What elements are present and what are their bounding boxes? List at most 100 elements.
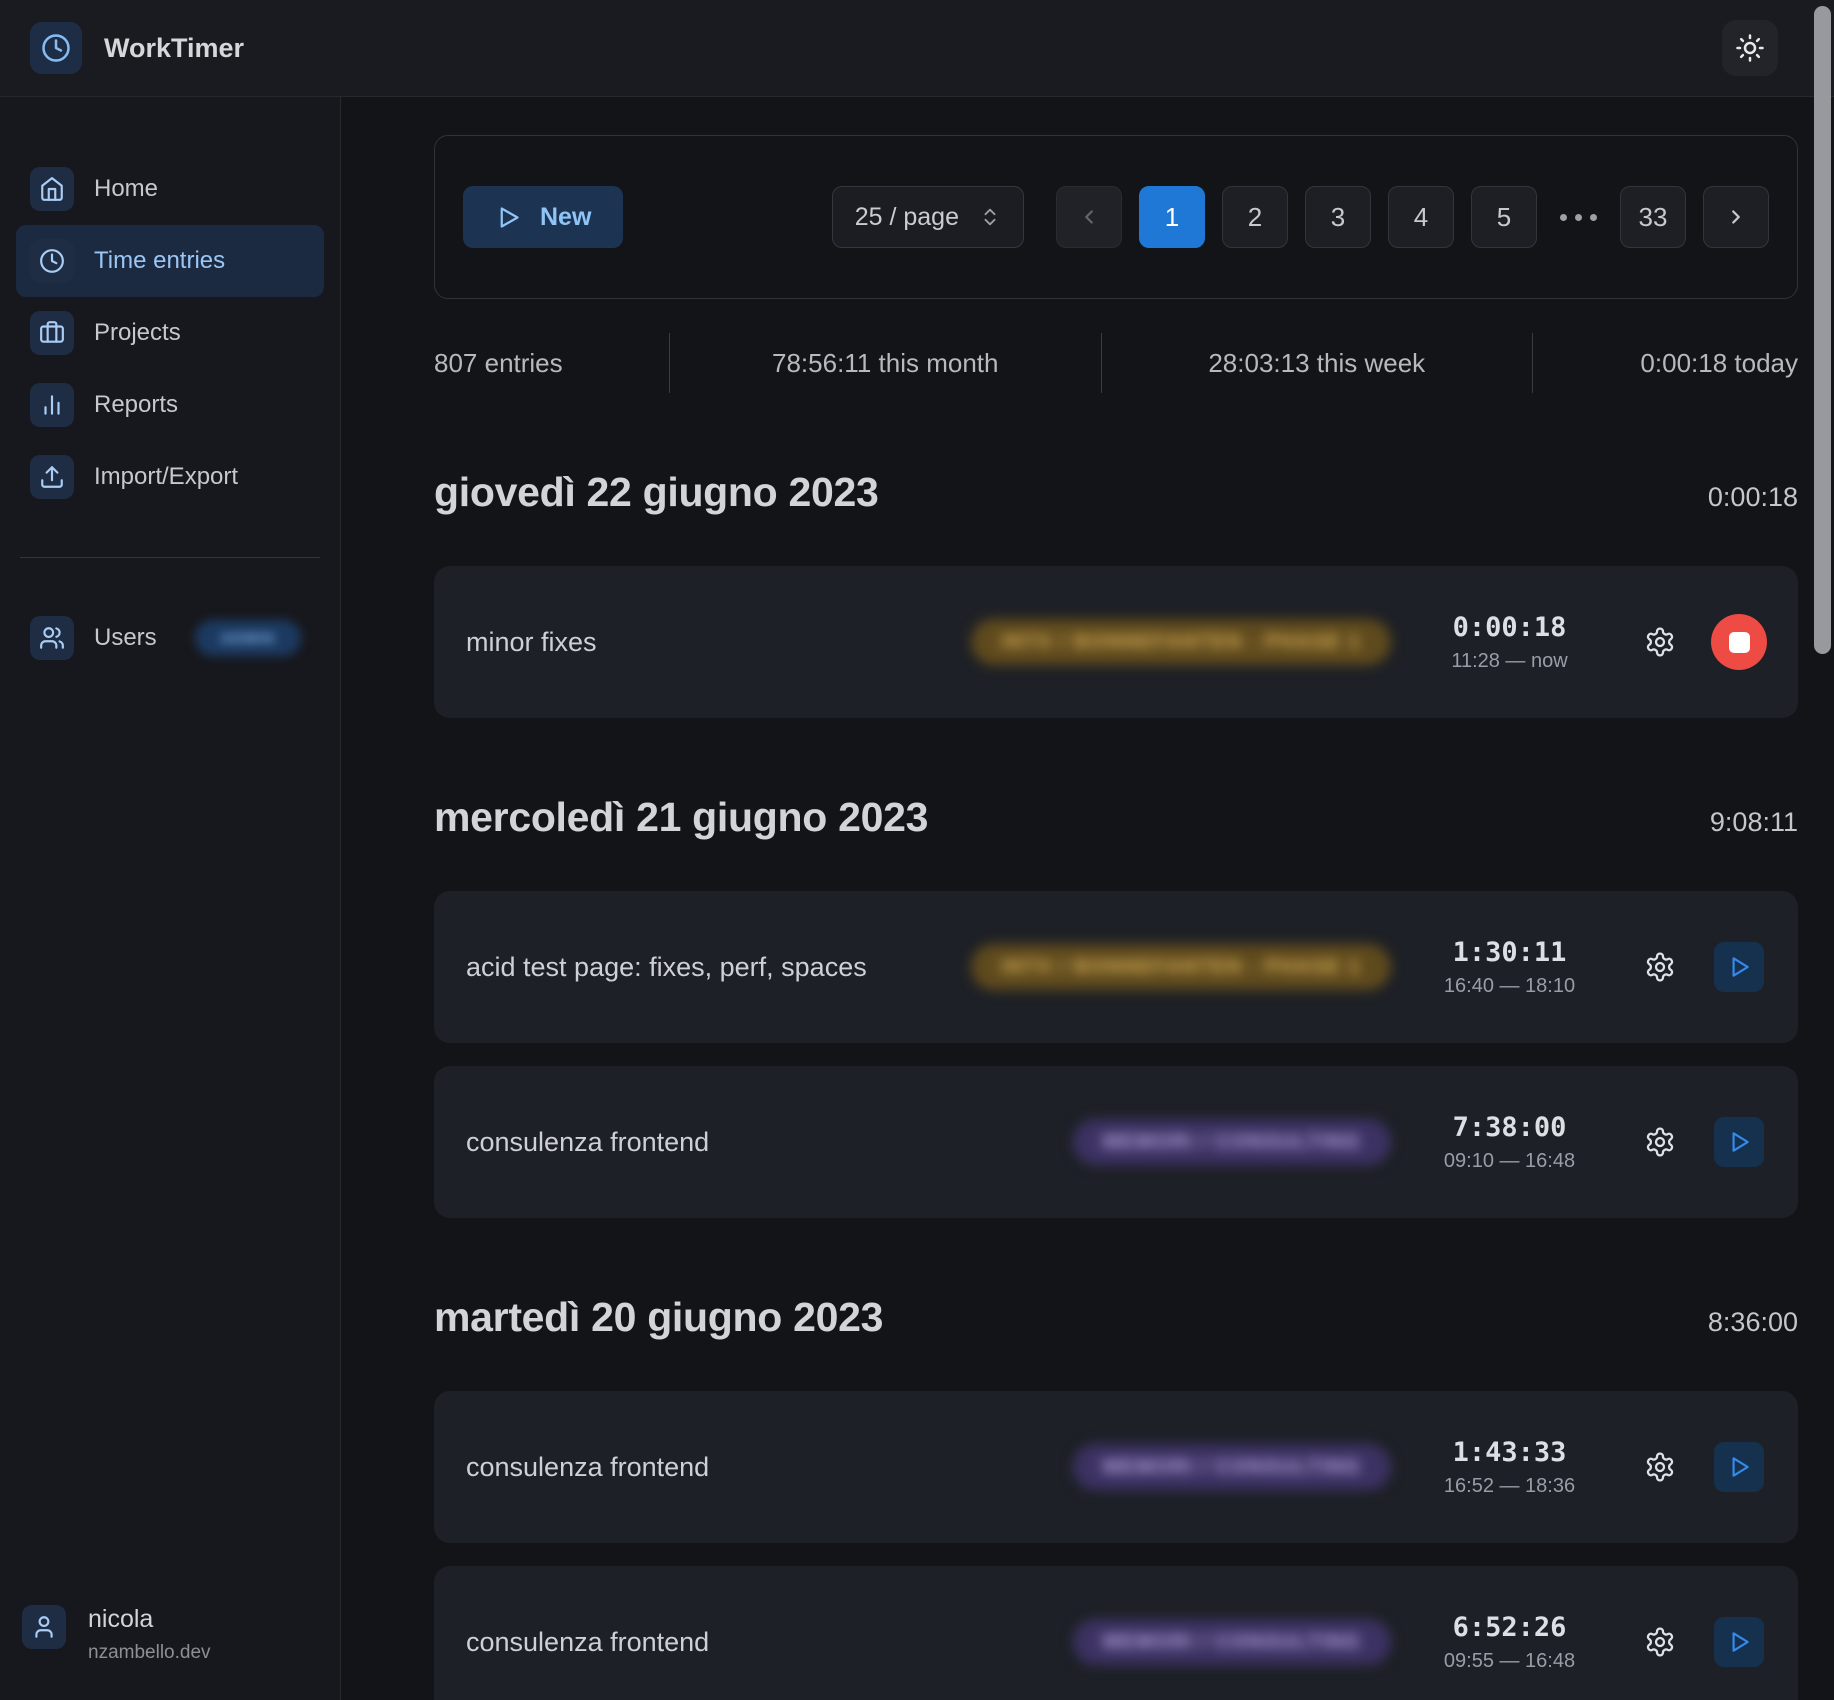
entry-duration: 1:43:33: [1453, 1437, 1567, 1468]
time-entry-row: consulenza frontend MEMORI / CONSULTING …: [434, 1066, 1798, 1218]
scrollbar[interactable]: [1814, 6, 1831, 654]
entry-duration: 1:30:11: [1453, 937, 1567, 968]
gear-icon: [1644, 951, 1676, 983]
stop-timer-button[interactable]: [1711, 614, 1767, 670]
theme-toggle-button[interactable]: [1722, 20, 1778, 76]
day-section: giovedì 22 giugno 2023 0:00:18 minor fix…: [434, 469, 1798, 718]
stats-bar: 807 entries 78:56:11 this month 28:03:13…: [434, 333, 1798, 393]
time-entry-row: acid test page: fixes, perf, spaces INTX…: [434, 891, 1798, 1043]
stat-this-week: 28:03:13 this week: [1101, 333, 1533, 393]
entry-duration: 6:52:26: [1453, 1612, 1567, 1643]
play-icon: [495, 204, 522, 231]
entry-settings-button[interactable]: [1642, 624, 1678, 660]
entry-title: consulenza frontend: [466, 1627, 1073, 1658]
page-size-select[interactable]: 25 / page: [832, 186, 1024, 248]
user-icon: [22, 1605, 66, 1649]
entry-time-range: 16:52 — 18:36: [1444, 1475, 1575, 1498]
play-icon: [1726, 1629, 1752, 1655]
home-icon: [30, 167, 74, 211]
next-page-button[interactable]: [1703, 186, 1769, 248]
project-badge[interactable]: MEMORI / CONSULTING: [1073, 1444, 1391, 1490]
entry-title: acid test page: fixes, perf, spaces: [466, 952, 971, 983]
user-profile[interactable]: nicola nzambello.dev: [16, 1605, 324, 1664]
time-entry-row: consulenza frontend MEMORI / CONSULTING …: [434, 1566, 1798, 1700]
day-section-header: martedì 20 giugno 2023 8:36:00: [434, 1294, 1798, 1341]
chevrons-up-down-icon: [979, 206, 1001, 228]
day-title: mercoledì 21 giugno 2023: [434, 794, 928, 841]
entry-time: 6:52:26 09:55 — 16:48: [1417, 1612, 1602, 1673]
page-button-5[interactable]: 5: [1471, 186, 1537, 248]
day-section: martedì 20 giugno 2023 8:36:00 consulenz…: [434, 1294, 1798, 1700]
admin-badge: ADMIN: [195, 620, 301, 656]
entry-title: consulenza frontend: [466, 1452, 1073, 1483]
day-total-time: 8:36:00: [1708, 1307, 1798, 1338]
resume-timer-button[interactable]: [1714, 1617, 1764, 1667]
entry-settings-button[interactable]: [1642, 1124, 1678, 1160]
day-total-time: 9:08:11: [1710, 807, 1798, 838]
entry-time-range: 16:40 — 18:10: [1444, 975, 1575, 998]
project-badge[interactable]: MEMORI / CONSULTING: [1073, 1619, 1391, 1665]
resume-timer-button[interactable]: [1714, 1117, 1764, 1167]
resume-timer-button[interactable]: [1714, 942, 1764, 992]
project-badge[interactable]: INTX / BONNEFANTEN - PHASE 1: [971, 619, 1391, 665]
sidebar-item-users[interactable]: Users ADMIN: [16, 602, 324, 674]
project-badge[interactable]: INTX / BONNEFANTEN - PHASE 1: [971, 944, 1391, 990]
sidebar-item-import-export[interactable]: Import/Export: [16, 441, 324, 513]
day-title: martedì 20 giugno 2023: [434, 1294, 883, 1341]
profile-domain: nzambello.dev: [88, 1642, 211, 1664]
gear-icon: [1644, 626, 1676, 658]
pagination-ellipsis-icon: [1554, 214, 1603, 221]
day-section-header: giovedì 22 giugno 2023 0:00:18: [434, 469, 1798, 516]
sidebar-item-home[interactable]: Home: [16, 153, 324, 225]
stop-icon: [1729, 632, 1750, 653]
sidebar: Home Time entries Projects Reports: [0, 97, 341, 1700]
resume-timer-button[interactable]: [1714, 1442, 1764, 1492]
briefcase-icon: [30, 311, 74, 355]
users-icon: [30, 616, 74, 660]
bar-chart-icon: [30, 383, 74, 427]
page-button-1[interactable]: 1: [1139, 186, 1205, 248]
chevron-left-icon: [1078, 206, 1100, 228]
entry-settings-button[interactable]: [1642, 1624, 1678, 1660]
page-button-2[interactable]: 2: [1222, 186, 1288, 248]
entry-time: 1:43:33 16:52 — 18:36: [1417, 1437, 1602, 1498]
page-button-3[interactable]: 3: [1305, 186, 1371, 248]
app-window: WorkTimer Home Time entries: [0, 0, 1834, 1700]
day-total-time: 0:00:18: [1708, 482, 1798, 513]
app-title: WorkTimer: [104, 33, 244, 64]
page-button-last[interactable]: 33: [1620, 186, 1686, 248]
gear-icon: [1644, 1626, 1676, 1658]
clock-icon: [41, 33, 71, 63]
time-entry-row: consulenza frontend MEMORI / CONSULTING …: [434, 1391, 1798, 1543]
sidebar-item-label: Projects: [94, 319, 181, 347]
profile-name: nicola: [88, 1605, 211, 1634]
sidebar-divider: [20, 557, 320, 558]
entry-settings-button[interactable]: [1642, 1449, 1678, 1485]
project-badge[interactable]: MEMORI / CONSULTING: [1073, 1119, 1391, 1165]
page-button-4[interactable]: 4: [1388, 186, 1454, 248]
sidebar-item-label: Users: [94, 624, 157, 652]
sidebar-item-projects[interactable]: Projects: [16, 297, 324, 369]
sidebar-item-time-entries[interactable]: Time entries: [16, 225, 324, 297]
gear-icon: [1644, 1126, 1676, 1158]
stat-this-month: 78:56:11 this month: [669, 333, 1101, 393]
upload-icon: [30, 455, 74, 499]
play-icon: [1726, 1129, 1752, 1155]
entry-duration: 7:38:00: [1453, 1112, 1567, 1143]
new-entry-button[interactable]: New: [463, 186, 623, 248]
entry-time-range: 11:28 — now: [1451, 650, 1567, 673]
sun-icon: [1735, 33, 1765, 63]
entry-settings-button[interactable]: [1642, 949, 1678, 985]
entry-time: 1:30:11 16:40 — 18:10: [1417, 937, 1602, 998]
prev-page-button[interactable]: [1056, 186, 1122, 248]
sidebar-item-reports[interactable]: Reports: [16, 369, 324, 441]
entry-time-range: 09:10 — 16:48: [1444, 1150, 1575, 1173]
stat-total-entries: 807 entries: [434, 333, 669, 393]
entry-time: 7:38:00 09:10 — 16:48: [1417, 1112, 1602, 1173]
clock-icon: [30, 239, 74, 283]
time-entry-row: minor fixes INTX / BONNEFANTEN - PHASE 1…: [434, 566, 1798, 718]
top-bar: WorkTimer: [0, 0, 1834, 97]
sidebar-item-label: Import/Export: [94, 463, 238, 491]
day-section: mercoledì 21 giugno 2023 9:08:11 acid te…: [434, 794, 1798, 1218]
main-content: New 25 / page 1 2: [341, 97, 1834, 1700]
